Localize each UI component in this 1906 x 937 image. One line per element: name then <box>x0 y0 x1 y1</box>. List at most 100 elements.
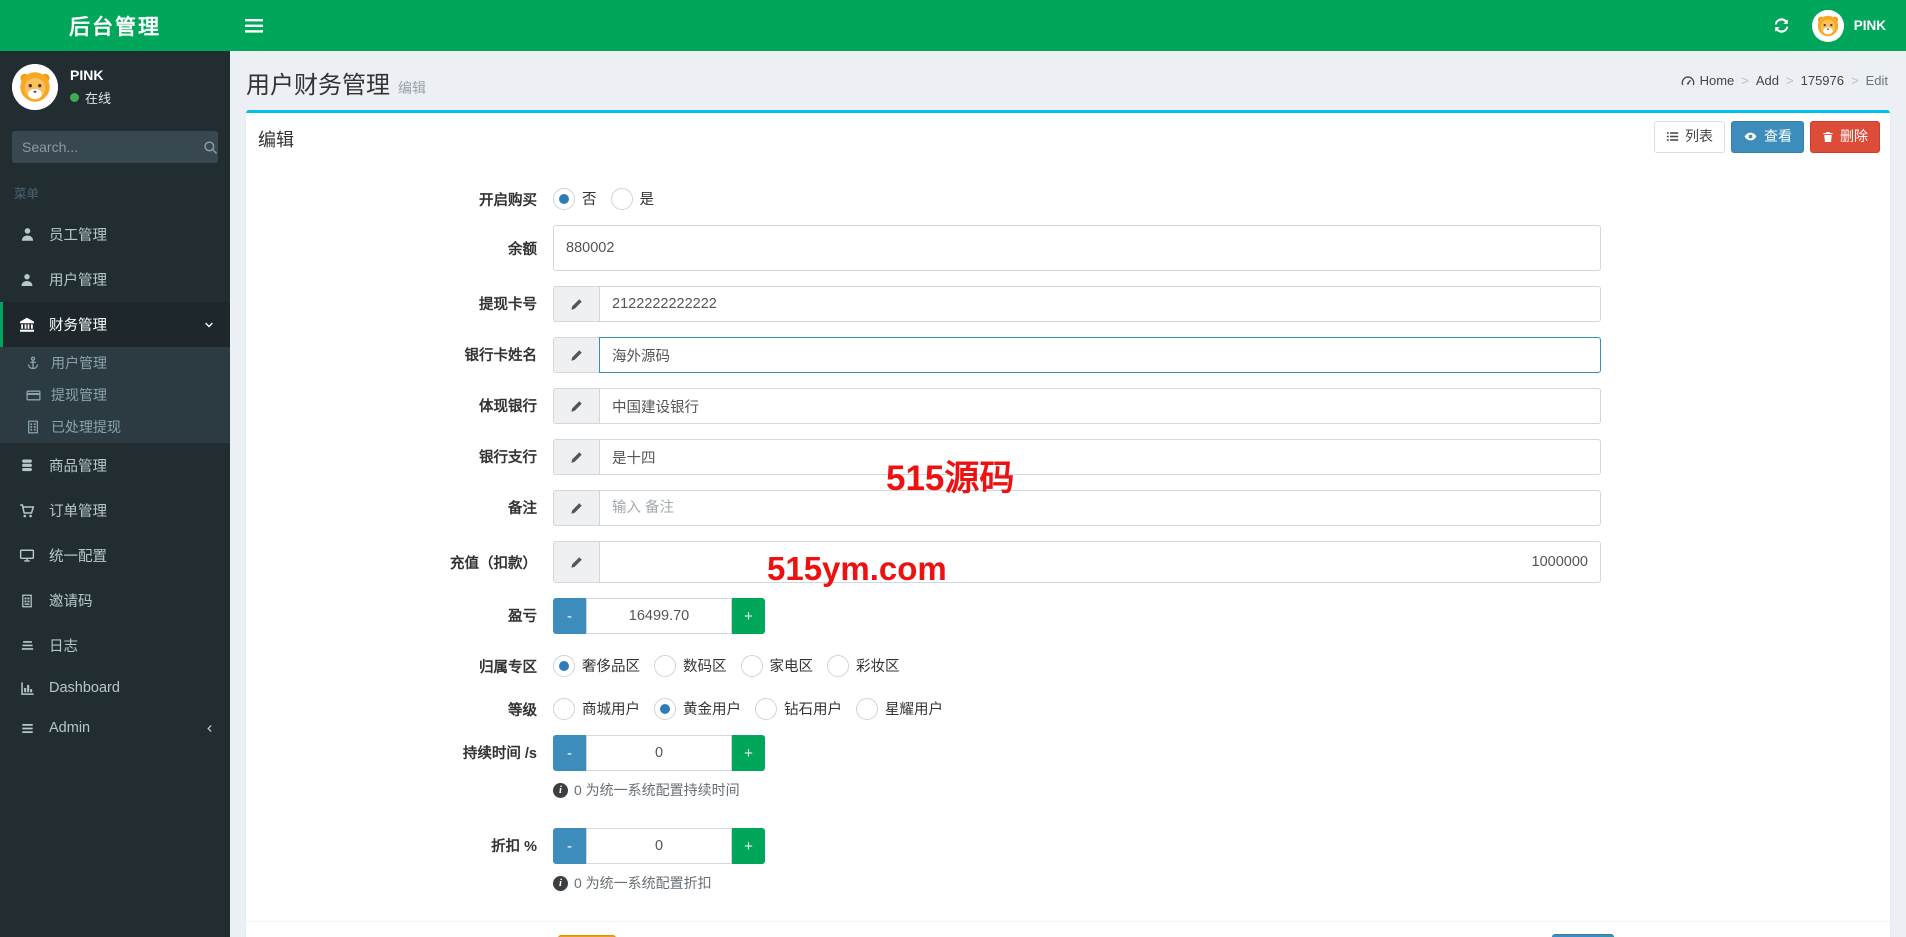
radio-icon <box>553 654 575 677</box>
duration-hint: i 0 为统一系统配置持续时间 <box>553 780 1601 800</box>
sidebar-user-panel: PINK 在线 <box>0 51 230 123</box>
form-row-level: 等级 商城用户 黄金用户 钻石用户 星耀用户 <box>258 692 1878 720</box>
content-header: 用户财务管理 编辑 Home > Add > 175976 > Edit <box>246 51 1890 110</box>
card-title: 编辑 <box>258 130 294 150</box>
pencil-icon <box>553 490 599 526</box>
radio-option-digital[interactable]: 数码区 <box>654 654 727 677</box>
plus-button[interactable]: + <box>732 598 765 634</box>
radio-option-gold[interactable]: 黄金用户 <box>654 697 741 720</box>
form-row-card-name: 银行卡姓名 <box>258 337 1878 373</box>
field-label: 盈亏 <box>508 609 537 625</box>
sidebar-item-users[interactable]: 用户管理 <box>0 257 230 302</box>
navbar-avatar <box>1811 9 1844 42</box>
balance-input[interactable] <box>553 225 1601 271</box>
ledger-icon <box>25 420 41 434</box>
radio-option-mall[interactable]: 商城用户 <box>553 697 640 720</box>
sidebar-item-logs[interactable]: 日志 <box>0 623 230 668</box>
radio-icon <box>610 187 633 210</box>
profit-input[interactable] <box>586 598 732 634</box>
form-row-buy: 开启购买 否 是 <box>258 182 1878 210</box>
bank-input[interactable] <box>599 388 1601 424</box>
content: 用户财务管理编辑 Home > Add > 175976 > Edit 编辑 <box>230 51 1906 937</box>
list-bars-icon <box>18 722 36 735</box>
plus-button[interactable]: + <box>732 828 765 864</box>
user-name: PINK <box>70 67 104 83</box>
radio-icon <box>755 697 777 720</box>
radio-icon <box>740 654 763 677</box>
breadcrumb-add[interactable]: Add <box>1756 73 1779 88</box>
radio-option-appliance[interactable]: 家电区 <box>740 654 813 677</box>
radio-option-makeup[interactable]: 彩妆区 <box>827 654 900 677</box>
search-input[interactable] <box>22 139 203 155</box>
radio-icon <box>553 697 575 720</box>
buy-radio-group: 否 是 <box>553 182 1601 210</box>
sidebar-item-dashboard[interactable]: Dashboard <box>0 668 230 708</box>
breadcrumb-id[interactable]: 175976 <box>1801 73 1844 88</box>
zone-radio-group: 奢侈品区 数码区 家电区 彩妆区 <box>553 649 1601 677</box>
form-row-recharge: 充值（扣款） <box>258 541 1878 583</box>
info-icon: i <box>553 782 568 798</box>
breadcrumb-separator: > <box>1851 73 1859 88</box>
menu-section-label: 菜单 <box>14 187 40 201</box>
submenu-item-user-finance[interactable]: 用户管理 <box>0 347 230 379</box>
field-label: 折扣 % <box>491 839 537 855</box>
discount-input[interactable] <box>586 828 732 864</box>
radio-icon <box>827 654 849 677</box>
radio-icon <box>856 697 878 720</box>
recharge-input[interactable] <box>599 541 1601 583</box>
card-no-input[interactable] <box>599 286 1601 322</box>
online-dot-icon <box>70 93 79 102</box>
radio-option-star[interactable]: 星耀用户 <box>856 697 943 720</box>
duration-stepper: - + <box>553 735 765 771</box>
delete-button[interactable]: 删除 <box>1810 121 1880 153</box>
radio-option-luxury[interactable]: 奢侈品区 <box>553 654 640 677</box>
sidebar-item-config[interactable]: 统一配置 <box>0 533 230 578</box>
sidebar-search <box>12 131 218 163</box>
radio-option-no[interactable]: 否 <box>553 187 597 210</box>
sidebar-item-staff[interactable]: 员工管理 <box>0 212 230 257</box>
list-button[interactable]: 列表 <box>1654 121 1725 153</box>
branch-input[interactable] <box>599 439 1601 475</box>
submenu-item-withdraw[interactable]: 提现管理 <box>0 379 230 411</box>
duration-input[interactable] <box>586 735 732 771</box>
staff-icon <box>18 227 36 242</box>
sidebar: 后台管理 PINK 在线 Search... 菜单 员工管理 用户管理 财务管理… <box>0 0 230 937</box>
discount-hint: i 0 为统一系统配置折扣 <box>553 873 1601 893</box>
brand-title: 后台管理 <box>0 0 230 51</box>
sidebar-item-orders[interactable]: 订单管理 <box>0 488 230 533</box>
cart-icon <box>18 503 36 519</box>
form-row-branch: 银行支行 <box>258 439 1878 475</box>
submenu-item-processed[interactable]: 已处理提现 <box>0 411 230 443</box>
navbar-user[interactable]: PINK <box>1811 9 1886 42</box>
field-label: 银行支行 <box>479 450 537 466</box>
radio-option-diamond[interactable]: 钻石用户 <box>755 697 842 720</box>
profit-stepper: - + <box>553 598 765 634</box>
minus-button[interactable]: - <box>553 598 586 634</box>
database-icon <box>18 458 36 473</box>
dashboard-gauge-icon <box>1681 75 1694 85</box>
plus-button[interactable]: + <box>732 735 765 771</box>
card-name-input[interactable] <box>599 337 1601 373</box>
remark-input[interactable] <box>599 490 1601 526</box>
form-row-profit: 盈亏 - + <box>258 598 1878 634</box>
view-button[interactable]: 查看 <box>1731 121 1804 153</box>
form-row-discount: 折扣 % - + i 0 为统一系统配置折扣 <box>258 828 1878 893</box>
minus-button[interactable]: - <box>553 828 586 864</box>
credit-card-icon <box>25 388 41 403</box>
sidebar-item-goods[interactable]: 商品管理 <box>0 443 230 488</box>
card-footer: 重置 查看 继续创建 继续 <box>246 921 1890 937</box>
hamburger-icon[interactable] <box>230 0 278 51</box>
radio-option-yes[interactable]: 是 <box>610 187 654 210</box>
breadcrumb-separator: > <box>1786 73 1794 88</box>
radio-icon <box>654 697 676 720</box>
minus-button[interactable]: - <box>553 735 586 771</box>
sidebar-item-finance[interactable]: 财务管理 <box>0 302 230 347</box>
sidebar-item-admin[interactable]: Admin <box>0 708 230 748</box>
book-icon <box>18 594 36 608</box>
breadcrumb-home[interactable]: Home <box>1681 73 1734 88</box>
finance-submenu: 用户管理 提现管理 已处理提现 <box>0 347 230 443</box>
refresh-icon[interactable] <box>1773 17 1790 34</box>
sidebar-item-invite[interactable]: 邀请码 <box>0 578 230 623</box>
field-label: 充值（扣款） <box>450 556 537 572</box>
search-icon[interactable] <box>203 140 218 155</box>
